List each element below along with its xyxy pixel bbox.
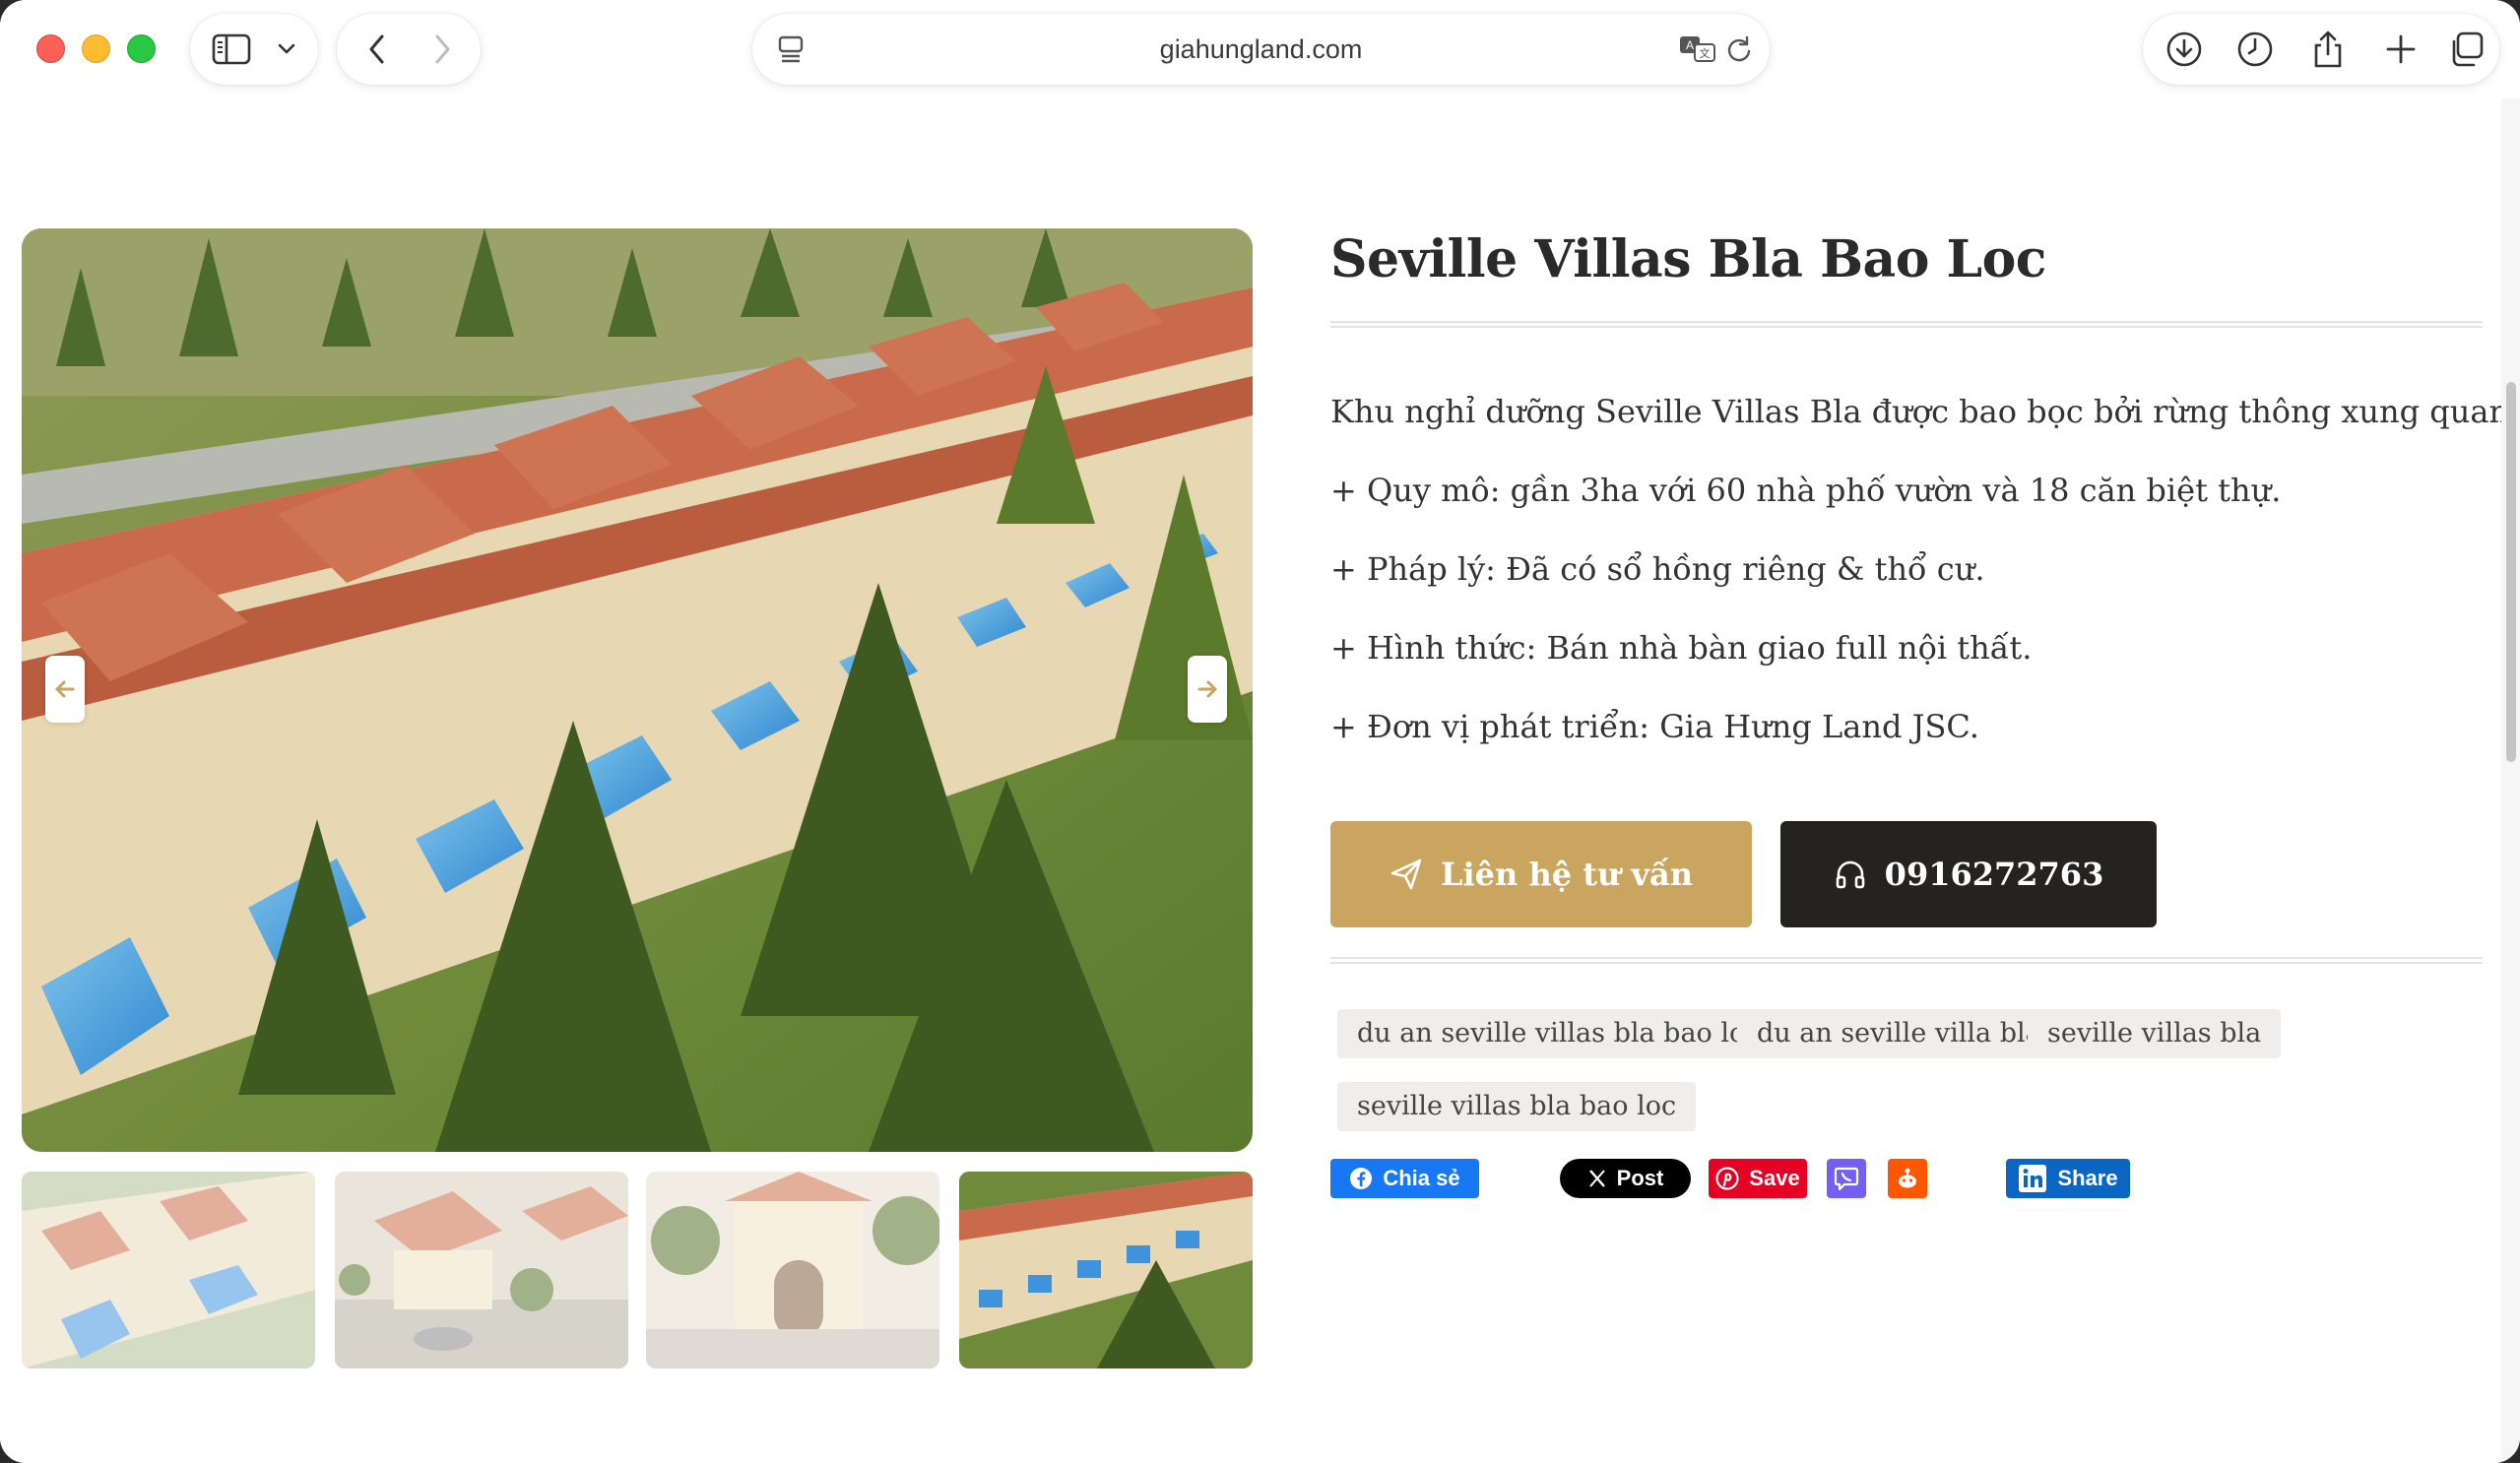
browser-toolbar: giahungland.com A文 [0,0,2520,98]
thumbnail-image-villa-facade [646,1172,939,1368]
description-legal: + Pháp lý: Đã có sổ hồng riêng & thổ cư. [1330,550,1985,588]
viber-share-button[interactable] [1827,1159,1866,1198]
thumbnail-image-aerial-row [959,1172,1253,1368]
tag-link[interactable]: du an seville villas bla bao loc [1337,1009,1780,1058]
contact-consult-button[interactable]: Liên hệ tư vấn [1330,821,1752,927]
tag-link[interactable]: du an seville villa bla [1737,1009,2061,1058]
plus-icon [2386,34,2416,64]
description-developer: + Đơn vị phát triển: Gia Hưng Land JSC. [1330,708,1979,745]
page-content: Seville Villas Bla Bao Loc Khu nghỉ dưỡn… [0,98,2520,1463]
reddit-share-button[interactable] [1888,1159,1927,1198]
pinterest-save-button[interactable]: Save [1709,1159,1807,1198]
url-text: giahungland.com [1159,34,1363,64]
translate-icon: A文 [1680,36,1715,62]
tag-link[interactable]: seville villas bla bao loc [1337,1082,1697,1131]
linkedin-icon [2019,1165,2047,1192]
thumbnail-image-villa-entrance [335,1172,628,1368]
download-icon [2166,32,2202,67]
divider [1330,957,2483,964]
facebook-share-button[interactable]: Chia sẻ [1330,1159,1479,1198]
reload-button[interactable] [1719,14,1759,85]
translate-button[interactable]: A文 [1676,14,1719,85]
close-window-button[interactable] [36,34,65,63]
description-scale: + Quy mô: gần 3ha với 60 nhà phố vườn và… [1330,472,2282,509]
tab-group-menu-button[interactable] [269,14,304,85]
new-tab-button[interactable] [2371,14,2430,85]
x-post-label: Post [1616,1166,1664,1190]
scrollbar-thumb[interactable] [2506,382,2516,762]
svg-text:A: A [1686,38,1694,52]
toolbar-actions [2143,14,2499,85]
gallery-main-image[interactable] [22,228,1253,1152]
villa-aerial-render-image [22,228,1253,1152]
back-button[interactable] [353,14,402,85]
gallery-thumbnail-active[interactable] [959,1172,1253,1368]
chevron-left-icon [369,34,384,64]
history-button[interactable] [2226,14,2285,85]
chevron-down-icon [278,43,295,54]
facebook-share-label: Chia sẻ [1383,1166,1460,1190]
pinterest-save-label: Save [1749,1166,1800,1190]
tab-overview-button[interactable] [2436,14,2495,85]
call-phone-button[interactable]: 0916272763 [1780,821,2157,927]
sidebar-controls [190,14,318,85]
navigation-controls [337,14,481,85]
facebook-icon [1350,1168,1373,1189]
linkedin-share-button[interactable]: Share [2006,1159,2130,1198]
reddit-icon [1899,1168,1916,1188]
downloads-button[interactable] [2155,14,2214,85]
share-icon [2314,31,2342,68]
arrow-right-icon [1197,680,1217,698]
sidebar-icon [212,33,251,65]
sidebar-toggle-button[interactable] [204,14,259,85]
minimize-window-button[interactable] [82,34,110,63]
gallery-previous-button[interactable] [45,656,85,723]
gallery-thumbnail[interactable] [22,1172,315,1368]
gallery-thumbnail[interactable] [335,1172,628,1368]
pinterest-icon [1715,1167,1739,1190]
tabs-overview-icon [2452,32,2484,67]
forward-button[interactable] [418,14,467,85]
product-title: Seville Villas Bla Bao Loc [1330,229,2046,289]
phone-number-label: 0916272763 [1884,856,2104,893]
address-bar[interactable]: giahungland.com A文 [752,14,1770,85]
page-scrollbar[interactable] [2501,98,2520,1463]
description-sale-form: + Hình thức: Bán nhà bàn giao full nội t… [1330,629,2033,667]
contact-consult-label: Liên hệ tư vấn [1441,856,1693,893]
description-intro: Khu nghỉ dưỡng Seville Villas Bla được b… [1330,393,2520,430]
product-description: Khu nghỉ dưỡng Seville Villas Bla được b… [1330,384,2520,778]
share-page-button[interactable] [2298,14,2358,85]
reload-icon [1727,35,1751,62]
clock-icon [2237,32,2273,67]
tag-link[interactable]: seville villas bla [2028,1009,2282,1058]
viber-icon [1834,1167,1859,1191]
x-post-button[interactable]: Post [1560,1159,1691,1198]
x-logo-icon [1588,1170,1605,1187]
linkedin-share-label: Share [2057,1166,2118,1190]
paper-plane-icon [1390,859,1422,890]
gallery-thumbnail[interactable] [646,1172,939,1368]
gallery-next-button[interactable] [1188,656,1227,723]
divider [1330,321,2483,328]
thumbnail-image-villas-pools [22,1172,315,1368]
browser-window: giahungland.com A文 Seville Villas Bla Ba… [0,0,2520,1463]
chevron-right-icon [435,34,450,64]
arrow-left-icon [55,680,75,698]
headphones-icon [1836,860,1864,889]
zoom-window-button[interactable] [127,34,156,63]
svg-text:文: 文 [1700,46,1711,60]
